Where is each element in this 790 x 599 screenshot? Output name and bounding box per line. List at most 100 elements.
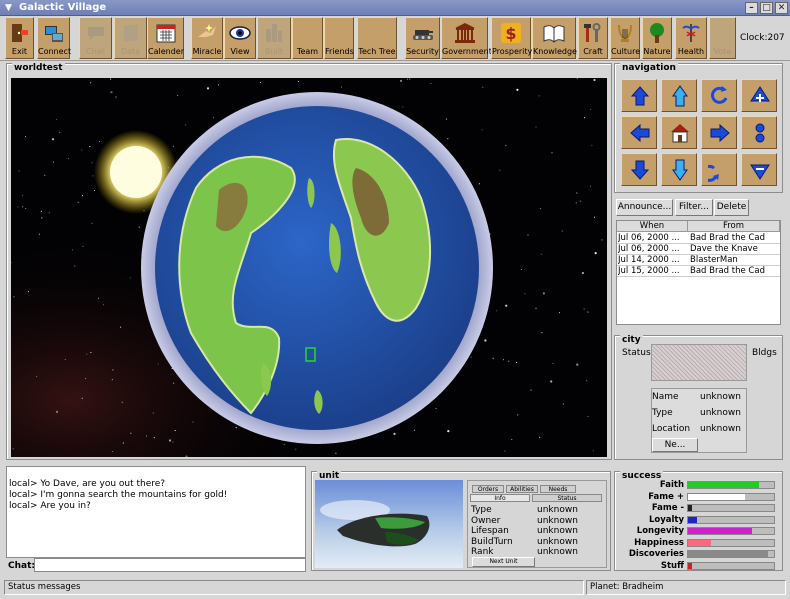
unit-field-value: unknown bbox=[537, 515, 578, 526]
city-location-label: Location bbox=[652, 424, 691, 434]
metric-bar-fill bbox=[688, 516, 697, 523]
minimize-button[interactable]: – bbox=[745, 2, 758, 14]
nav-rotate-right-button[interactable] bbox=[701, 153, 737, 186]
announce-button[interactable]: Announce... bbox=[616, 199, 673, 216]
toolbar-button-label: Chat bbox=[86, 47, 105, 56]
toolbar-vote-button[interactable]: Vote bbox=[709, 17, 736, 59]
chat-icon bbox=[84, 21, 108, 45]
message-row[interactable]: Jul 14, 2000 ... BlasterMan bbox=[617, 255, 780, 266]
toolbar-built-button[interactable]: Built bbox=[257, 17, 291, 59]
nav-reset-button[interactable] bbox=[741, 116, 777, 149]
column-header-when[interactable]: When bbox=[617, 221, 688, 232]
message-row[interactable]: Jul 15, 2000 ... Bad Brad the Cad bbox=[617, 266, 780, 277]
unit-preview bbox=[315, 480, 463, 568]
toolbar-button-label: Health bbox=[677, 47, 705, 56]
column-header-from[interactable]: From bbox=[688, 221, 780, 232]
window-menu-icon[interactable]: ▼ bbox=[2, 2, 15, 14]
toolbar-prosperity-button[interactable]: $ Prosperity bbox=[491, 17, 532, 59]
new-city-button[interactable]: Ne... bbox=[652, 438, 698, 452]
nav-up-button[interactable] bbox=[621, 79, 657, 112]
toolbar-craft-button[interactable]: Craft bbox=[578, 17, 608, 59]
chat-input[interactable] bbox=[34, 558, 306, 572]
nav-right-button[interactable] bbox=[701, 116, 737, 149]
delete-button[interactable]: Delete bbox=[714, 199, 749, 216]
toolbar-government-button[interactable]: Government bbox=[441, 17, 492, 59]
nav-tilt-up-button[interactable] bbox=[661, 79, 697, 112]
nav-zoom-out-button[interactable] bbox=[741, 153, 777, 186]
toolbar-chat-button[interactable]: Chat bbox=[79, 17, 112, 59]
toolbar-tech-tree-button[interactable]: Tech Tree bbox=[357, 17, 397, 59]
toolbar-nature-button[interactable]: Nature bbox=[642, 17, 672, 59]
city-bldgs-label: Bldgs bbox=[752, 348, 777, 358]
toolbar-knowledge-button[interactable]: Knowledge bbox=[532, 17, 577, 59]
metric-bar-fill bbox=[688, 562, 692, 569]
nav-left-button[interactable] bbox=[621, 116, 657, 149]
toolbar-button-label: Government bbox=[442, 47, 492, 56]
nav-zoom-in-button[interactable] bbox=[741, 79, 777, 112]
tab-orders[interactable]: Orders bbox=[472, 485, 504, 493]
toolbar-security-button[interactable]: Security bbox=[405, 17, 440, 59]
tab-status[interactable]: Status bbox=[532, 494, 602, 502]
caduceus-icon bbox=[679, 21, 703, 45]
toolbar-friends-button[interactable]: Friends bbox=[324, 17, 354, 59]
chat-line: local> I'm gonna search the mountains fo… bbox=[9, 490, 228, 500]
miracle-icon bbox=[195, 21, 219, 45]
blank-icon bbox=[711, 21, 735, 45]
city-type-value: unknown bbox=[700, 408, 741, 418]
toolbar-button-label: View bbox=[230, 47, 250, 56]
tank-icon bbox=[411, 21, 435, 45]
dollar-icon: $ bbox=[499, 21, 523, 45]
toolbar-button-label: Built bbox=[264, 47, 284, 56]
unit-field-label: BuildTurn bbox=[471, 536, 513, 547]
filter-button[interactable]: Filter... bbox=[675, 199, 713, 216]
chat-log[interactable]: local> Yo Dave, are you out there? local… bbox=[6, 466, 306, 558]
metric-bar bbox=[687, 538, 775, 547]
toolbar-button-label: Connect bbox=[38, 47, 72, 56]
unit-field-value: unknown bbox=[537, 536, 578, 547]
city-location-value: unknown bbox=[700, 424, 741, 434]
calendar-icon bbox=[154, 21, 178, 45]
tab-abilities[interactable]: Abilities bbox=[506, 485, 538, 493]
close-button[interactable]: ✕ bbox=[775, 2, 788, 14]
maximize-button[interactable]: □ bbox=[760, 2, 773, 14]
planet-render bbox=[11, 78, 607, 457]
nav-down-button[interactable] bbox=[621, 153, 657, 186]
message-row[interactable]: Jul 06, 2000 ... Bad Brad the Cad bbox=[617, 233, 780, 244]
toolbar-health-button[interactable]: Health bbox=[675, 17, 707, 59]
toolbar-data-button[interactable]: Data bbox=[114, 17, 147, 59]
unit-field-label: Owner bbox=[471, 515, 501, 526]
toolbar-culture-button[interactable]: Culture bbox=[610, 17, 640, 59]
next-unit-button[interactable]: Next Unit bbox=[472, 557, 535, 567]
toolbar-connect-button[interactable]: Connect bbox=[37, 17, 72, 59]
message-row[interactable]: Jul 06, 2000 ... Dave the Knave bbox=[617, 244, 780, 255]
window-title: Galactic Village bbox=[19, 2, 107, 13]
nav-rotate-left-button[interactable] bbox=[701, 79, 737, 112]
metric-bar bbox=[687, 504, 775, 512]
metric-bar bbox=[687, 561, 775, 570]
chat-line: local> Are you in? bbox=[9, 501, 91, 511]
metric-bar bbox=[687, 492, 775, 501]
message-list[interactable]: When From Jul 06, 2000 ... Bad Brad the C… bbox=[616, 220, 781, 325]
nav-home-button[interactable] bbox=[661, 116, 697, 149]
toolbar-calender-button[interactable]: Calender bbox=[147, 17, 184, 59]
toolbar-team-button[interactable]: Team bbox=[292, 17, 323, 59]
toolbar-button-label: Miracle bbox=[192, 47, 222, 56]
svg-text:$: $ bbox=[505, 24, 516, 43]
toolbar-button-label: Knowledge bbox=[533, 47, 577, 56]
planet-status: Planet: Bradheim bbox=[586, 580, 786, 595]
unit-field-label: Type bbox=[471, 505, 492, 515]
team-icon bbox=[296, 21, 320, 45]
nav-tilt-down-button[interactable] bbox=[661, 153, 697, 186]
city-type-label: Type bbox=[652, 408, 673, 418]
tab-needs[interactable]: Needs bbox=[540, 485, 576, 493]
toolbar-miracle-button[interactable]: Miracle bbox=[191, 17, 223, 59]
world-view[interactable] bbox=[11, 78, 607, 457]
toolbar-exit-button[interactable]: Exit bbox=[5, 17, 34, 59]
clock-readout: Clock:207 bbox=[740, 33, 785, 43]
toolbar-button-label: Vote bbox=[713, 47, 732, 56]
metric-bar-fill bbox=[688, 505, 692, 511]
status-message: Status messages bbox=[4, 580, 584, 595]
toolbar-view-button[interactable]: View bbox=[224, 17, 256, 59]
tab-info[interactable]: Info bbox=[470, 494, 530, 502]
spaceship-icon bbox=[320, 500, 430, 547]
